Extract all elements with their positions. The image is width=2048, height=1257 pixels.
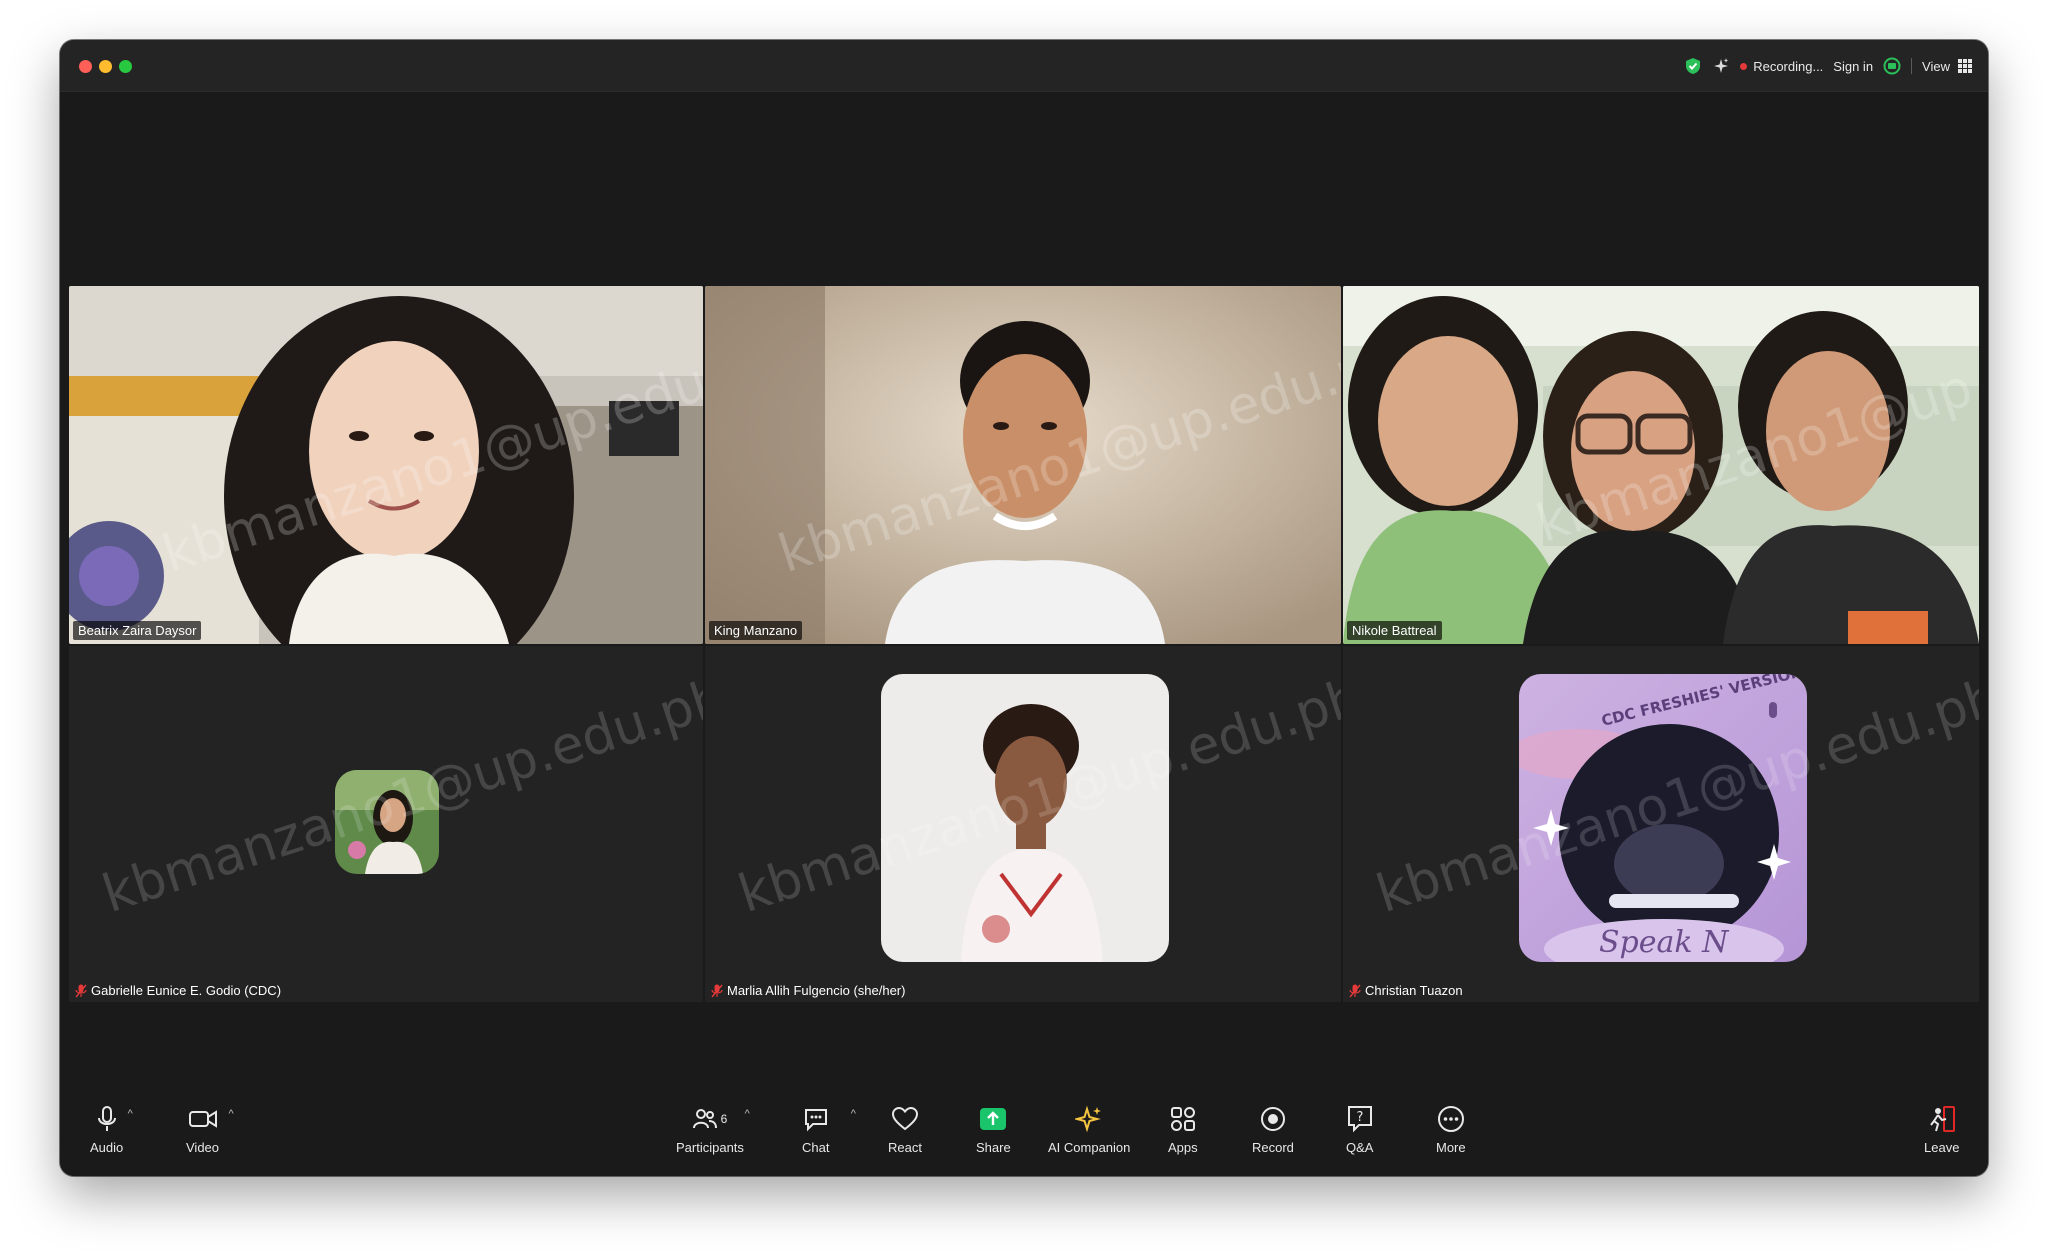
qa-button[interactable]: ? Q&A [1346, 1104, 1373, 1155]
participant-name: Marlia Allih Fulgencio (she/her) [727, 983, 906, 998]
ai-sparkle-icon[interactable] [1712, 57, 1730, 75]
recording-indicator[interactable]: Recording... [1740, 59, 1823, 74]
leave-label: Leave [1924, 1140, 1960, 1155]
share-screen-icon [980, 1108, 1007, 1130]
participants-label: Participants [676, 1140, 744, 1155]
participants-count: 6 [720, 1112, 728, 1126]
heart-icon [891, 1107, 918, 1131]
share-button[interactable]: Share [976, 1104, 1011, 1155]
participant-name: Beatrix Zaira Daysor [73, 621, 202, 640]
participants-button[interactable]: 6 ^ Participants [676, 1104, 750, 1155]
question-answer-icon: ? [1347, 1106, 1372, 1133]
participant-tile-video[interactable]: kbmanzano1@up.edu.ph Nikole Battreal [1343, 286, 1979, 644]
participants-icon [692, 1109, 717, 1129]
audio-options-chevron-icon[interactable]: ^ [128, 1108, 133, 1120]
top-right-controls: Recording... Sign in View [1684, 52, 1974, 80]
participant-name: Nikole Battreal [1347, 621, 1442, 640]
video-label: Video [186, 1140, 220, 1155]
more-button[interactable]: More [1436, 1104, 1466, 1155]
participant-video-feed [69, 286, 703, 644]
ai-companion-label: AI Companion [1048, 1140, 1131, 1155]
more-dots-icon [1437, 1106, 1464, 1132]
qa-label: Q&A [1346, 1140, 1374, 1155]
title-bar: Recording... Sign in View [60, 40, 1988, 92]
gallery-stage: kbmanzano1@up.edu.ph Beatrix Zaira Dayso… [60, 92, 1988, 1094]
muted-mic-icon [75, 984, 87, 997]
participant-tile-video-active[interactable]: kbmanzano1@up.edu.ph King Manzano [705, 286, 1341, 644]
video-button[interactable]: ^ Video [186, 1104, 234, 1155]
chat-label: Chat [802, 1140, 830, 1155]
security-shield-icon[interactable] [1684, 57, 1702, 75]
record-icon [1260, 1107, 1285, 1131]
participants-options-chevron-icon[interactable]: ^ [745, 1108, 750, 1120]
zoom-window-button[interactable] [119, 60, 132, 73]
chat-options-chevron-icon[interactable]: ^ [851, 1108, 856, 1120]
participant-label: Marlia Allih Fulgencio (she/her) [711, 983, 905, 998]
muted-mic-icon [711, 984, 723, 997]
avatar-art-text: Speak N [1599, 925, 1730, 960]
view-label: View [1922, 58, 1950, 74]
minimize-window-button[interactable] [99, 60, 112, 73]
live-transcript-icon[interactable] [1883, 57, 1901, 75]
view-button[interactable]: View [1922, 57, 1974, 75]
record-button[interactable]: Record [1252, 1104, 1294, 1155]
audio-button[interactable]: ^ Audio [90, 1104, 133, 1155]
more-label: More [1436, 1140, 1466, 1155]
leave-meeting-icon [1929, 1106, 1955, 1132]
participant-name: Gabrielle Eunice E. Godio (CDC) [91, 983, 282, 998]
participant-label: Gabrielle Eunice E. Godio (CDC) [75, 983, 281, 998]
participant-tile-avatar[interactable]: kbmanzano1@up.edu.ph Gabrielle Eunice E.… [69, 646, 703, 1002]
audio-label: Audio [90, 1140, 124, 1155]
apps-label: Apps [1168, 1140, 1198, 1155]
zoom-window: Recording... Sign in View kbmanzano1@up.… [60, 40, 1988, 1176]
ai-companion-sparkle-icon [1075, 1105, 1102, 1133]
chat-button[interactable]: ^ Chat [802, 1104, 856, 1155]
video-camera-icon [188, 1110, 217, 1128]
recording-dot-icon [1740, 62, 1748, 70]
participant-label: Christian Tuazon [1349, 983, 1463, 998]
participant-tile-avatar[interactable]: kbmanzano1@up.edu.ph Marlia Allih Fulgen… [705, 646, 1341, 1002]
participant-tile-avatar[interactable]: CDC FRESHIES' VERSION Speak N kbmanzano1… [1343, 646, 1979, 1002]
participant-name: King Manzano [709, 621, 803, 640]
close-window-button[interactable] [79, 60, 92, 73]
grid-view-icon [1956, 57, 1974, 75]
share-label: Share [976, 1140, 1011, 1155]
participant-video-feed [1343, 286, 1979, 644]
apps-icon [1170, 1107, 1195, 1131]
leave-button[interactable]: Leave [1924, 1104, 1959, 1155]
participant-avatar [335, 770, 439, 874]
sign-in-link[interactable]: Sign in [1833, 59, 1873, 74]
muted-mic-icon [1349, 984, 1361, 997]
record-label: Record [1252, 1140, 1294, 1155]
chat-icon [804, 1109, 827, 1132]
participant-tile-video[interactable]: kbmanzano1@up.edu.ph Beatrix Zaira Dayso… [69, 286, 703, 644]
participant-name: Christian Tuazon [1365, 983, 1463, 998]
meeting-toolbar: ^ Audio ^ Video 6 ^ Participants ^ Chat … [60, 1094, 1988, 1176]
participant-video-feed [705, 286, 1341, 644]
microphone-icon [97, 1106, 116, 1131]
video-options-chevron-icon[interactable]: ^ [229, 1108, 234, 1120]
react-label: React [888, 1140, 922, 1155]
svg-text:?: ? [1356, 1110, 1363, 1125]
react-button[interactable]: React [888, 1104, 922, 1155]
recording-label: Recording... [1753, 58, 1824, 74]
ai-companion-button[interactable]: AI Companion [1048, 1104, 1130, 1155]
divider [1911, 58, 1913, 74]
apps-button[interactable]: Apps [1168, 1104, 1198, 1155]
participant-avatar [881, 674, 1169, 962]
participant-avatar: CDC FRESHIES' VERSION Speak N [1519, 674, 1807, 962]
